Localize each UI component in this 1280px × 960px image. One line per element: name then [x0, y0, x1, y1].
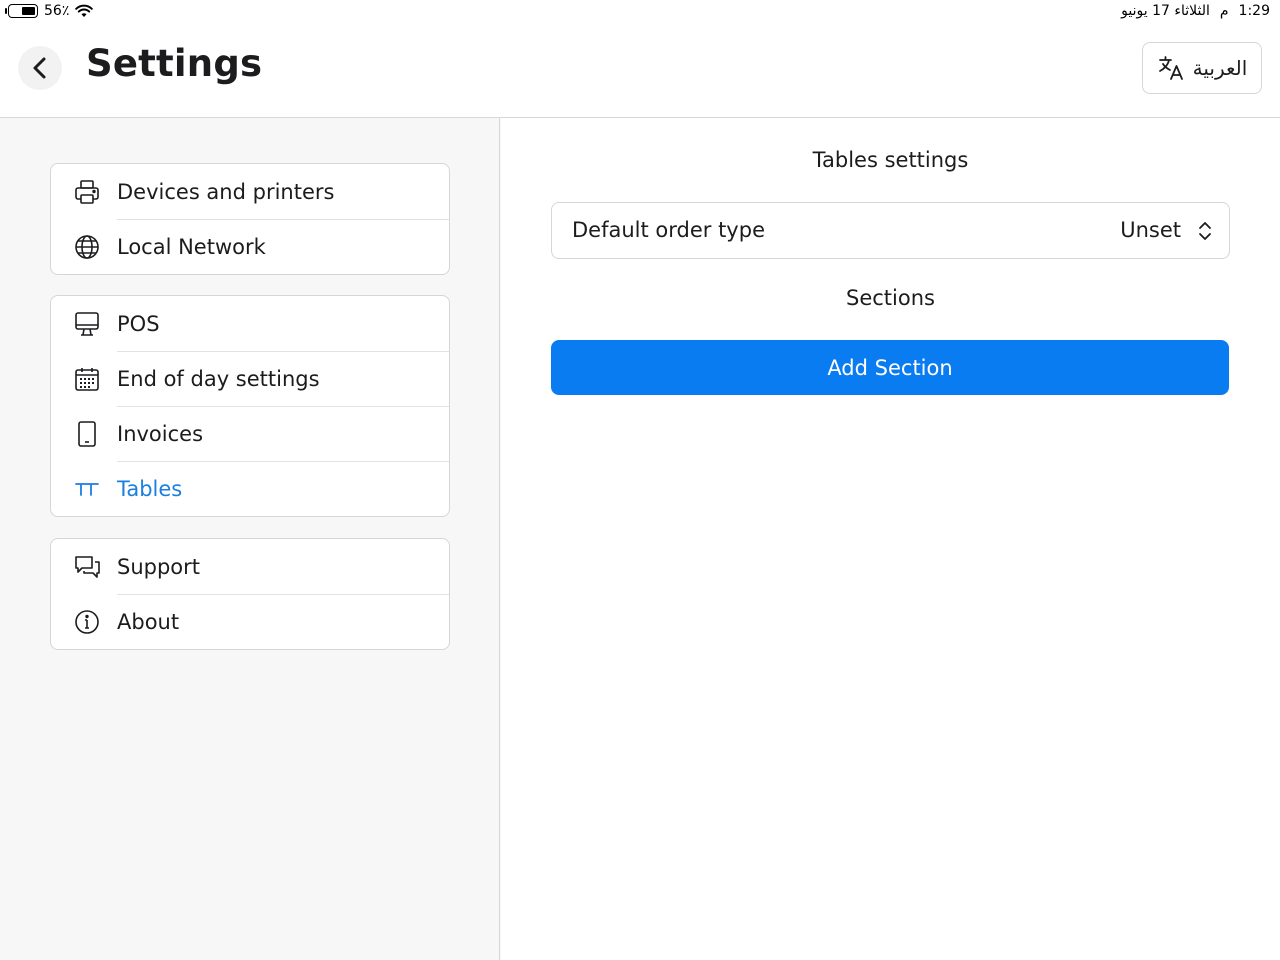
default-order-type-value: Unset [1120, 218, 1181, 242]
sidebar-item-label: Support [117, 554, 201, 579]
info-icon [73, 608, 101, 636]
default-order-type-label: Default order type [572, 218, 765, 242]
page-title: Settings [86, 42, 263, 85]
sidebar-item-local-network[interactable]: Local Network [51, 219, 449, 274]
status-left: 56٪ [5, 3, 94, 19]
tablet-icon [73, 420, 101, 448]
sidebar-item-devices-and-printers[interactable]: Devices and printers [51, 164, 449, 219]
sidebar-item-label: Tables [117, 476, 183, 501]
language-label: العربية [1192, 56, 1248, 80]
monitor-icon [73, 310, 101, 338]
tables-settings-title: Tables settings [812, 148, 969, 172]
sidebar-item-invoices[interactable]: Invoices [51, 406, 449, 461]
back-button[interactable] [18, 46, 62, 90]
default-order-type-select[interactable]: Default order type Unset [551, 202, 1230, 259]
sidebar-item-label: Devices and printers [117, 179, 335, 204]
sidebar-item-label: Local Network [117, 234, 266, 259]
sidebar-item-support[interactable]: Support [51, 539, 449, 594]
globe-icon [73, 233, 101, 261]
sidebar: Devices and printers Local Network POS E… [0, 118, 500, 960]
sections-title: Sections [846, 286, 935, 310]
sidebar-item-label: End of day settings [117, 366, 320, 391]
translate-icon [1158, 56, 1183, 80]
calendar-icon [73, 365, 101, 393]
chevron-left-icon [33, 57, 46, 79]
chevron-up-down-icon [1199, 222, 1211, 240]
sidebar-group-operations: POS End of day settings Invoices Tables [50, 295, 450, 517]
status-bar: 56٪ 1:29 م الثلاثاء 17 يونيو [0, 0, 1280, 24]
table-icon [73, 475, 101, 503]
wifi-icon [75, 4, 94, 17]
sidebar-item-label: POS [117, 311, 160, 336]
chat-bubbles-icon [73, 553, 101, 581]
sidebar-item-tables[interactable]: Tables [51, 461, 449, 516]
sidebar-group-hardware: Devices and printers Local Network [50, 163, 450, 275]
add-section-button[interactable]: Add Section [551, 340, 1229, 395]
status-ampm: م [1219, 3, 1229, 19]
sidebar-item-pos[interactable]: POS [51, 296, 449, 351]
sidebar-item-label: Invoices [117, 421, 204, 446]
battery-percent: 56٪ [44, 3, 70, 19]
sidebar-item-about[interactable]: About [51, 594, 449, 649]
language-button[interactable]: العربية [1142, 42, 1262, 94]
header: Settings العربية [0, 24, 1280, 118]
status-right: 1:29 م الثلاثاء 17 يونيو [1121, 3, 1270, 19]
sidebar-item-end-of-day-settings[interactable]: End of day settings [51, 351, 449, 406]
sidebar-group-help: Support About [50, 538, 450, 650]
status-date: الثلاثاء 17 يونيو [1121, 3, 1210, 19]
battery-icon [5, 4, 38, 18]
status-time: 1:29 [1238, 3, 1270, 19]
printer-icon [73, 178, 101, 206]
main-panel: Tables settings Default order type Unset… [501, 118, 1280, 960]
sidebar-item-label: About [117, 609, 180, 634]
